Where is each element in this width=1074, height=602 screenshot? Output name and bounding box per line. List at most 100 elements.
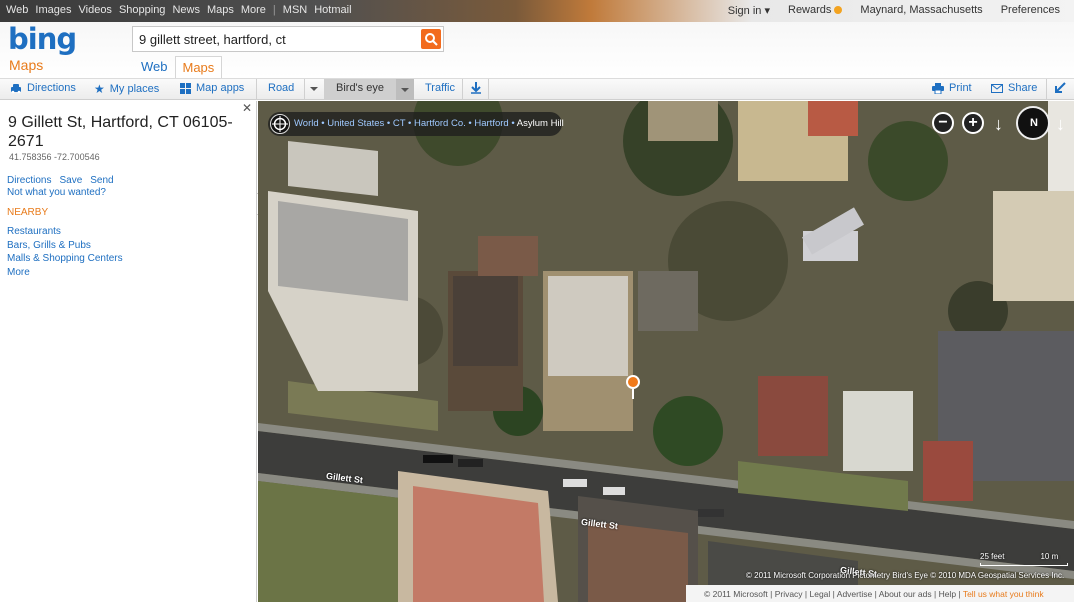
nearby-list: Restaurants Bars, Grills & Pubs Malls & … xyxy=(7,225,123,279)
compass-button[interactable]: N xyxy=(1016,106,1050,140)
directions-label: Directions xyxy=(27,82,76,94)
top-navigation-bar: Web Images Videos Shopping News Maps Mor… xyxy=(0,0,1074,22)
page-footer: © 2011 Microsoft | Privacy | Legal | Adv… xyxy=(686,585,1074,602)
traffic-label: Traffic xyxy=(425,82,455,94)
preferences-link[interactable]: Preferences xyxy=(1001,4,1060,17)
traffic-button[interactable]: Traffic xyxy=(425,82,455,94)
zoom-in-button[interactable]: + xyxy=(962,112,984,134)
rotate-right-icon[interactable]: ↓ xyxy=(1056,114,1065,135)
chevron-down-icon xyxy=(401,88,409,92)
location-breadcrumb: World • United States • CT • Hartford Co… xyxy=(268,112,564,136)
birds-eye-dropdown-button[interactable] xyxy=(396,79,414,100)
footer-copyright: © 2011 Microsoft xyxy=(704,589,768,599)
breadcrumb-hartford-co[interactable]: Hartford Co. xyxy=(414,118,466,129)
star-icon: ★ xyxy=(94,82,105,96)
footer-legal-link[interactable]: Legal xyxy=(810,589,831,599)
footer-help-link[interactable]: Help xyxy=(939,589,956,599)
breadcrumb-current: Asylum Hill xyxy=(516,118,564,129)
results-panel: ✕ 9 Gillett St, Hartford, CT 06105-2671 … xyxy=(0,101,257,602)
result-directions-link[interactable]: Directions xyxy=(7,175,51,186)
toolbar-divider xyxy=(256,79,257,100)
envelope-icon xyxy=(991,83,1003,93)
result-send-link[interactable]: Send xyxy=(90,175,113,186)
breadcrumb-links: World • United States • CT • Hartford Co… xyxy=(294,118,564,129)
result-actions: Directions Save Send xyxy=(7,175,122,186)
scale-bar xyxy=(980,563,1068,566)
share-button[interactable]: Share xyxy=(991,82,1037,94)
breadcrumb-ct[interactable]: CT xyxy=(393,118,406,129)
nav-separator: | xyxy=(272,4,276,16)
result-save-link[interactable]: Save xyxy=(59,175,82,186)
download-button[interactable] xyxy=(471,82,481,94)
search-button[interactable] xyxy=(421,29,441,49)
nav-link-web[interactable]: Web xyxy=(6,4,28,16)
map-apps-button[interactable]: Map apps xyxy=(180,82,244,94)
nav-link-more[interactable]: More xyxy=(241,4,266,16)
locate-me-icon[interactable] xyxy=(270,114,290,134)
breadcrumb-world[interactable]: World xyxy=(294,118,319,129)
vertical-tabs: Web Maps xyxy=(134,56,223,79)
scale-label: 25 feet 10 m xyxy=(980,552,1058,561)
printer-icon xyxy=(932,82,944,94)
top-right-links: Sign in ▾ Rewards Maynard, Massachusetts… xyxy=(728,4,1060,17)
top-nav-links: Web Images Videos Shopping News Maps Mor… xyxy=(6,4,359,16)
toolbar-divider xyxy=(1046,79,1047,100)
search-input[interactable] xyxy=(139,31,409,47)
footer-privacy-link[interactable]: Privacy xyxy=(775,589,803,599)
bing-logo[interactable]: bing xyxy=(8,22,77,56)
print-button[interactable]: Print xyxy=(932,82,972,94)
result-address: 9 Gillett St, Hartford, CT 06105-2671 xyxy=(8,114,233,150)
map-canvas[interactable]: World • United States • CT • Hartford Co… xyxy=(258,101,1074,602)
nav-link-shopping[interactable]: Shopping xyxy=(119,4,166,16)
footer-advertise-link[interactable]: Advertise xyxy=(837,589,872,599)
arrow-diagonal-icon xyxy=(1055,82,1066,93)
nav-link-images[interactable]: Images xyxy=(35,4,71,16)
download-icon xyxy=(471,82,481,94)
nearby-more-link[interactable]: More xyxy=(7,266,123,280)
location-pin-stem xyxy=(632,389,634,399)
road-view-button[interactable]: Road xyxy=(268,82,294,94)
rotate-left-icon[interactable]: ↓ xyxy=(994,114,1003,135)
nav-link-msn[interactable]: MSN xyxy=(283,4,307,16)
map-toolbar: Directions ★ My places Map apps Road Bir… xyxy=(0,78,1074,100)
my-places-button[interactable]: ★ My places xyxy=(94,82,159,96)
map-apps-label: Map apps xyxy=(196,82,245,94)
grid-icon xyxy=(180,82,191,94)
zoom-out-button[interactable]: − xyxy=(932,112,954,134)
my-places-label: My places xyxy=(109,83,160,95)
nav-link-news[interactable]: News xyxy=(172,4,200,16)
nearby-restaurants-link[interactable]: Restaurants xyxy=(7,225,123,239)
location-link[interactable]: Maynard, Massachusetts xyxy=(860,4,982,17)
nav-link-hotmail[interactable]: Hotmail xyxy=(314,4,351,16)
nearby-malls-link[interactable]: Malls & Shopping Centers xyxy=(7,252,123,266)
tab-maps[interactable]: Maps xyxy=(174,56,223,79)
birds-eye-label: Bird's eye xyxy=(336,82,384,94)
breadcrumb-united-states[interactable]: United States xyxy=(327,118,384,129)
share-label: Share xyxy=(1008,82,1038,94)
print-label: Print xyxy=(949,82,972,94)
location-pin-icon[interactable] xyxy=(626,375,640,389)
sign-in-link[interactable]: Sign in ▾ xyxy=(728,4,770,17)
rewards-label: Rewards xyxy=(788,4,832,16)
rewards-icon xyxy=(834,6,843,14)
road-dropdown-button[interactable] xyxy=(310,87,318,91)
nearby-bars-link[interactable]: Bars, Grills & Pubs xyxy=(7,239,123,253)
scale-meters: 10 m xyxy=(1040,552,1059,561)
breadcrumb-hartford[interactable]: Hartford xyxy=(474,118,508,129)
nearby-heading: NEARBY xyxy=(7,207,49,218)
tab-web[interactable]: Web xyxy=(134,56,175,79)
nav-link-videos[interactable]: Videos xyxy=(79,4,112,16)
directions-button[interactable]: Directions xyxy=(10,82,76,94)
car-icon xyxy=(11,83,21,93)
toolbar-divider xyxy=(488,79,489,100)
footer-feedback-link[interactable]: Tell us what you think xyxy=(963,589,1044,599)
minus-icon: − xyxy=(938,114,948,131)
rewards-link[interactable]: Rewards xyxy=(788,4,843,17)
aerial-imagery xyxy=(258,101,1074,602)
footer-about-ads-link[interactable]: About our ads xyxy=(879,589,932,599)
birds-eye-view-button[interactable]: Bird's eye xyxy=(324,79,414,100)
nav-link-maps[interactable]: Maps xyxy=(207,4,234,16)
expand-map-button[interactable] xyxy=(1055,82,1066,93)
chevron-down-icon xyxy=(310,87,318,91)
not-what-you-wanted-link[interactable]: Not what you wanted? xyxy=(7,187,106,198)
